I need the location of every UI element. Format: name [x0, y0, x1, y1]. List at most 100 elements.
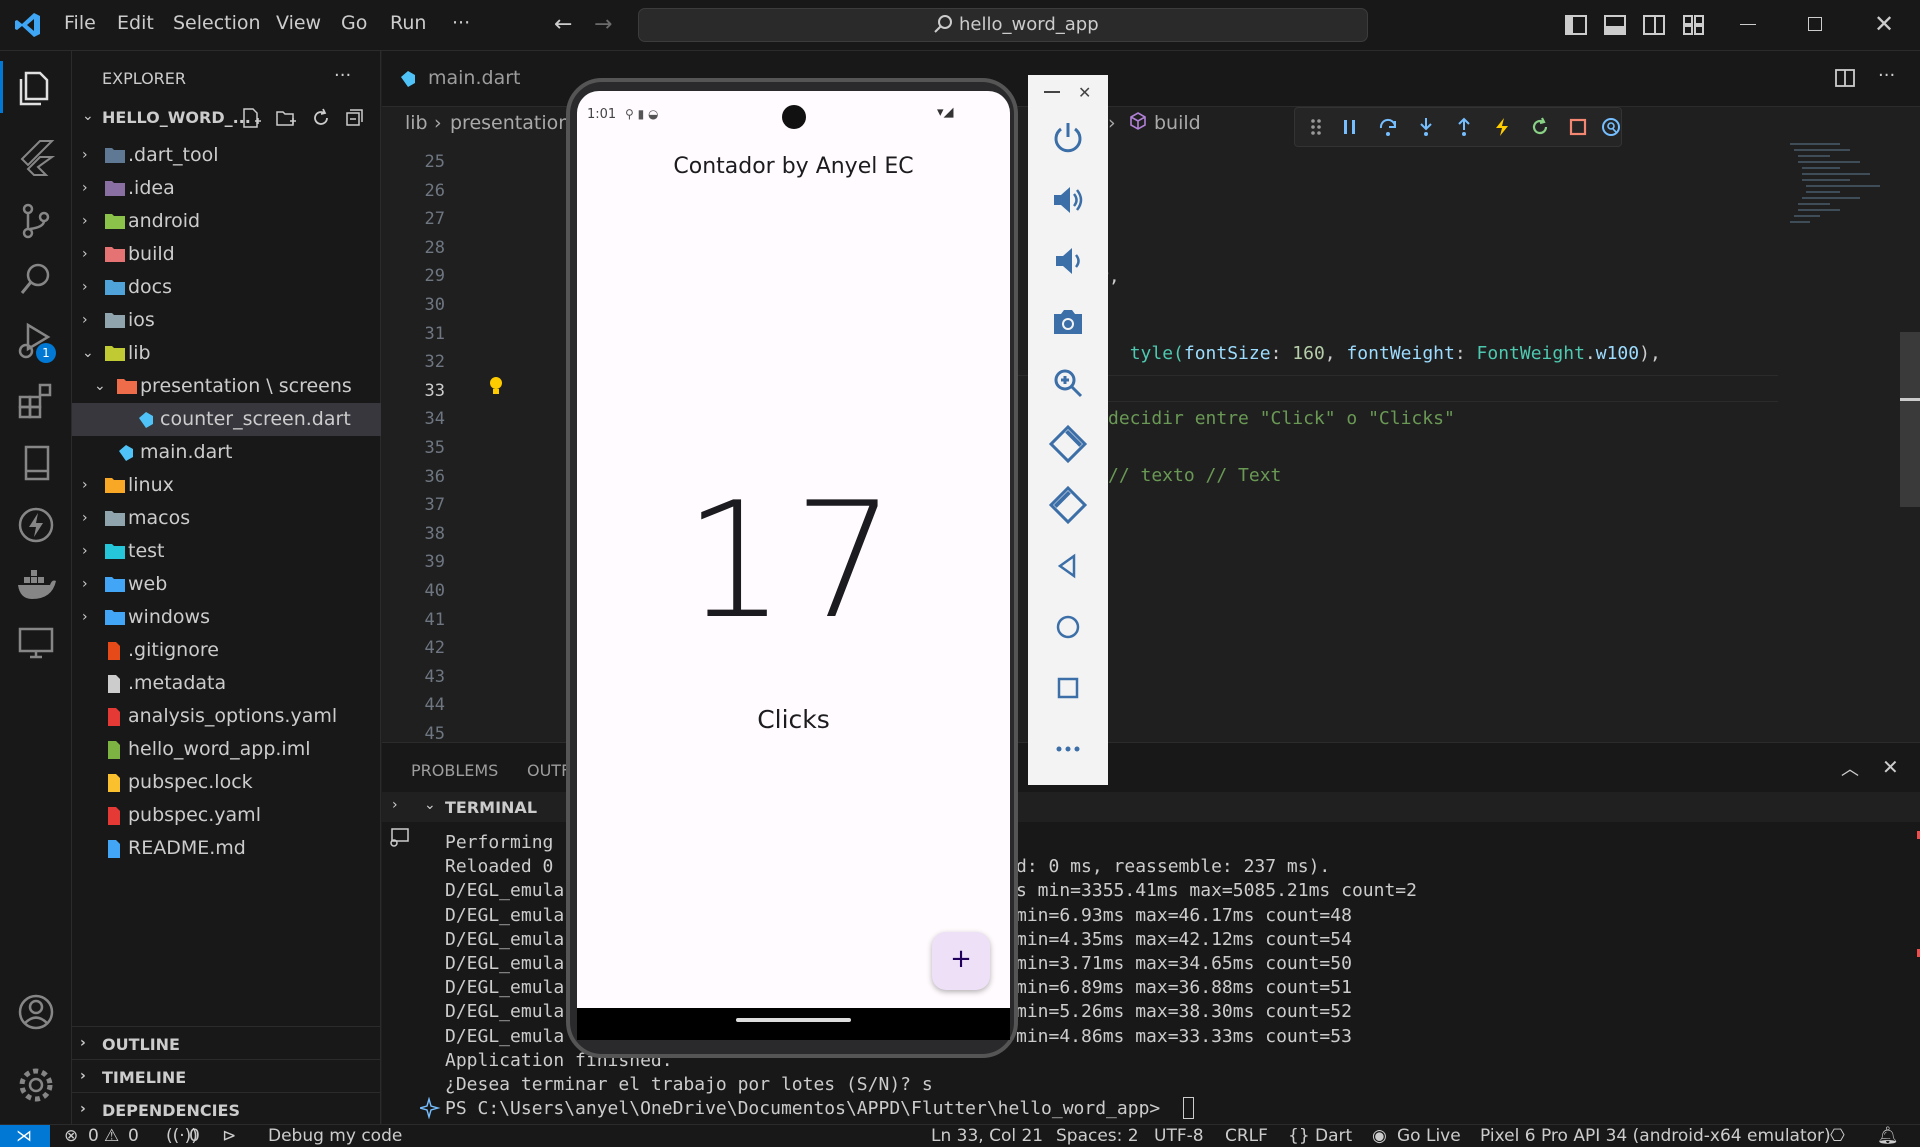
- terminal-settings-icon[interactable]: [388, 827, 412, 854]
- tree-item[interactable]: .gitignore: [72, 634, 381, 667]
- settings-gear-icon[interactable]: [14, 1063, 58, 1107]
- breadcrumb-presentation[interactable]: presentation: [450, 112, 570, 134]
- minimap[interactable]: [1780, 140, 1890, 250]
- tree-item[interactable]: pubspec.lock: [72, 766, 381, 799]
- error-count[interactable]: 0: [88, 1126, 99, 1146]
- back-arrow-icon[interactable]: ←: [554, 12, 572, 37]
- flutter-icon[interactable]: [14, 135, 58, 179]
- tree-item[interactable]: › ios: [72, 304, 381, 337]
- tree-item[interactable]: ⌄ presentation \ screens: [72, 370, 381, 403]
- maximize-panel-icon[interactable]: ︿: [1841, 755, 1859, 781]
- volume-down-icon[interactable]: [1044, 237, 1092, 285]
- close-panel-icon[interactable]: ✕: [1882, 755, 1899, 779]
- lightning-icon[interactable]: [14, 503, 58, 547]
- volume-up-icon[interactable]: [1044, 176, 1092, 224]
- rotate-right-icon[interactable]: [1044, 481, 1092, 529]
- restart-icon[interactable]: [1529, 116, 1551, 143]
- project-header[interactable]: ⌄ HELLO_WORD_...: [72, 103, 381, 133]
- refresh-icon[interactable]: [310, 107, 332, 134]
- tree-item[interactable]: analysis_options.yaml: [72, 700, 381, 733]
- dependencies-section[interactable]: › DEPENDENCIES: [72, 1092, 381, 1125]
- tree-item[interactable]: › build: [72, 238, 381, 271]
- stop-icon[interactable]: [1567, 116, 1589, 143]
- menu-run[interactable]: Run: [390, 12, 426, 34]
- warning-count[interactable]: 0: [128, 1126, 139, 1146]
- collapse-all-icon[interactable]: [343, 107, 365, 134]
- menu-file[interactable]: File: [64, 12, 96, 34]
- tree-item[interactable]: counter_screen.dart: [72, 403, 381, 436]
- lightbulb-icon[interactable]: [487, 375, 505, 402]
- tree-item[interactable]: › .dart_tool: [72, 139, 381, 172]
- increment-fab[interactable]: +: [932, 932, 990, 990]
- close-window-icon[interactable]: ✕: [1874, 10, 1894, 38]
- home-gesture-bar[interactable]: [736, 1018, 851, 1022]
- overview-square-icon[interactable]: [1044, 664, 1092, 712]
- debug-config[interactable]: Debug my code: [268, 1126, 402, 1146]
- camera-icon[interactable]: [1044, 298, 1092, 346]
- error-icon[interactable]: ⊗: [64, 1126, 78, 1146]
- tab-problems[interactable]: PROBLEMS: [411, 761, 498, 780]
- devtools-search-icon[interactable]: [1600, 116, 1622, 143]
- toggle-secondary-sidebar-icon[interactable]: [1643, 14, 1665, 41]
- editor-more-actions[interactable]: ···: [1878, 65, 1895, 86]
- editor-scrollbar[interactable]: [1900, 332, 1920, 507]
- timeline-section[interactable]: › TIMELINE: [72, 1059, 381, 1092]
- new-folder-icon[interactable]: [275, 107, 297, 134]
- tree-item[interactable]: .metadata: [72, 667, 381, 700]
- menu-selection[interactable]: Selection: [173, 12, 261, 34]
- copilot-icon[interactable]: ⎔: [1830, 1126, 1845, 1146]
- zoom-icon[interactable]: [1044, 359, 1092, 407]
- rotate-left-icon[interactable]: [1044, 420, 1092, 468]
- run-debug-icon[interactable]: 1: [14, 319, 58, 363]
- restore-window-icon[interactable]: [1808, 17, 1822, 31]
- emulator-screen[interactable]: 1:01 ⚲ ▮ ◒ ▾◢ Contador by Anyel EC 17 Cl…: [577, 91, 1010, 1011]
- search-icon[interactable]: [14, 257, 58, 301]
- power-icon[interactable]: [1044, 115, 1092, 163]
- tree-item[interactable]: › macos: [72, 502, 381, 535]
- tree-item[interactable]: › web: [72, 568, 381, 601]
- emulator-more-icon[interactable]: [1044, 725, 1092, 773]
- drag-handle-icon[interactable]: [1309, 117, 1323, 142]
- explorer-more-actions[interactable]: ···: [334, 65, 351, 86]
- menu-go[interactable]: Go: [341, 12, 367, 34]
- ports-count[interactable]: 0: [189, 1126, 200, 1146]
- tab-main-dart[interactable]: main.dart: [382, 51, 560, 107]
- menu-more[interactable]: ···: [452, 12, 470, 34]
- emulator-minimize-icon[interactable]: [1044, 91, 1060, 93]
- cursor-position[interactable]: Ln 33, Col 21: [931, 1126, 1043, 1146]
- toggle-sidebar-icon[interactable]: [1565, 14, 1587, 41]
- step-into-icon[interactable]: [1415, 116, 1437, 143]
- menu-edit[interactable]: Edit: [117, 12, 154, 34]
- accounts-icon[interactable]: [14, 990, 58, 1034]
- tree-item[interactable]: hello_word_app.iml: [72, 733, 381, 766]
- tree-item[interactable]: › linux: [72, 469, 381, 502]
- indentation[interactable]: Spaces: 2: [1056, 1126, 1139, 1146]
- pause-icon[interactable]: [1339, 116, 1361, 143]
- source-control-icon[interactable]: [14, 199, 58, 243]
- tree-item[interactable]: ⌄ lib: [72, 337, 381, 370]
- encoding[interactable]: UTF-8: [1154, 1126, 1204, 1146]
- docker-icon[interactable]: [14, 563, 58, 607]
- hot-reload-icon[interactable]: [1491, 116, 1513, 143]
- outline-section[interactable]: › OUTLINE: [72, 1026, 381, 1059]
- extensions-icon[interactable]: [14, 379, 58, 423]
- minimize-window-icon[interactable]: [1740, 24, 1756, 25]
- tree-item[interactable]: README.md: [72, 832, 381, 865]
- remote-indicator[interactable]: ⋊: [0, 1125, 50, 1147]
- back-triangle-icon[interactable]: [1044, 542, 1092, 590]
- tree-item[interactable]: › test: [72, 535, 381, 568]
- forward-arrow-icon[interactable]: →: [594, 12, 612, 37]
- emulator-close-icon[interactable]: ✕: [1078, 83, 1091, 102]
- tree-item[interactable]: main.dart: [72, 436, 381, 469]
- command-center-search[interactable]: hello_word_app: [638, 8, 1368, 42]
- customize-layout-icon[interactable]: [1683, 14, 1705, 41]
- notebook-icon[interactable]: [14, 441, 58, 485]
- tree-item[interactable]: › docs: [72, 271, 381, 304]
- tree-item[interactable]: pubspec.yaml: [72, 799, 381, 832]
- explorer-icon[interactable]: [14, 65, 58, 109]
- new-file-icon[interactable]: [240, 107, 262, 134]
- toggle-panel-icon[interactable]: [1604, 14, 1626, 41]
- language-mode[interactable]: {} Dart: [1288, 1126, 1352, 1146]
- warning-icon[interactable]: ⚠: [104, 1126, 119, 1146]
- breadcrumb-build[interactable]: build: [1154, 112, 1201, 134]
